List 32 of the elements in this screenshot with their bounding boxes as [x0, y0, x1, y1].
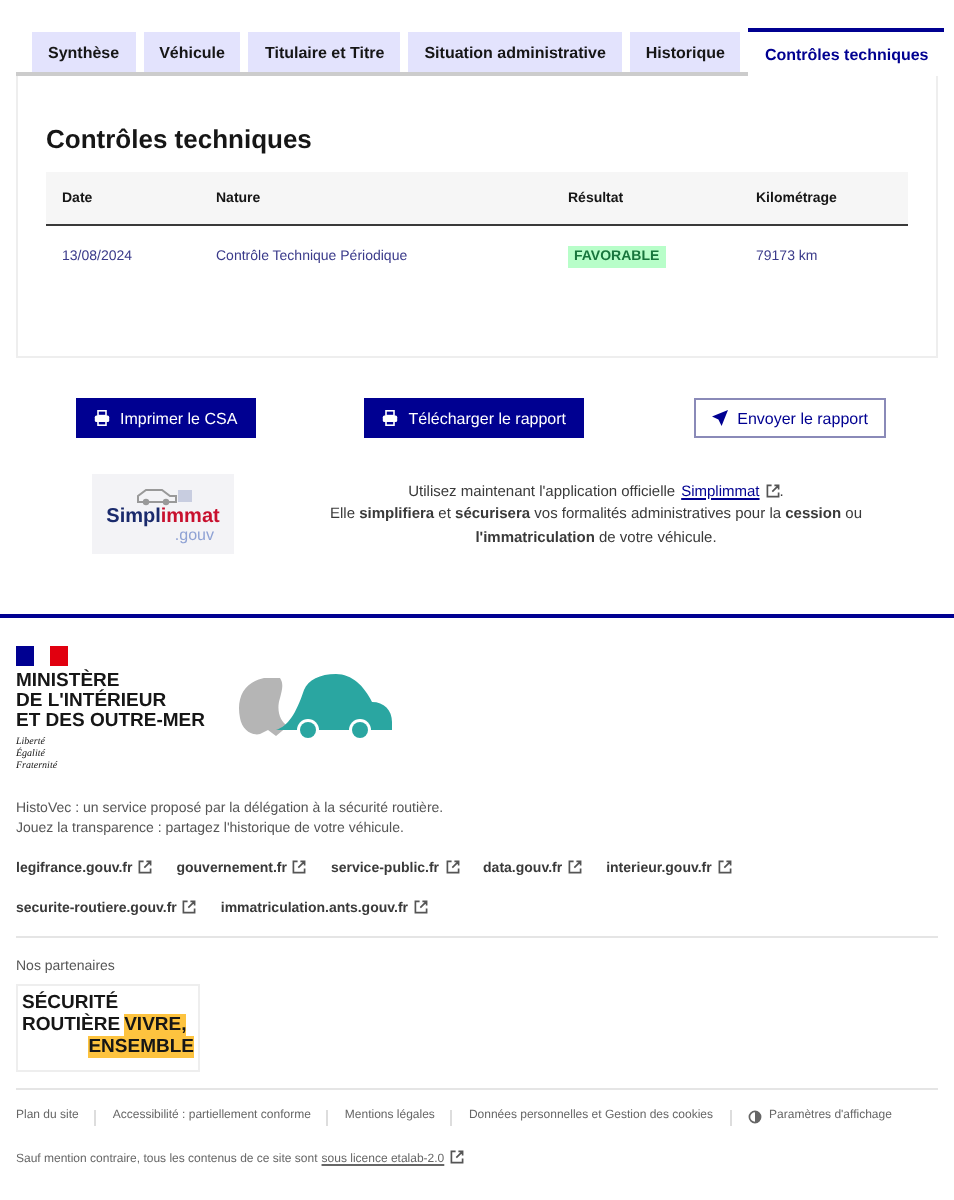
ministry-name: MINISTÈRE DE L'INTÉRIEUR ET DES OUTRE-MER [16, 672, 205, 732]
print-icon [94, 410, 110, 426]
external-link-icon [138, 860, 153, 874]
external-link-icon [450, 1150, 465, 1164]
tab[interactable]: Titulaire et Titre [248, 32, 401, 72]
logo-text: VIVRE, [124, 1014, 187, 1036]
print-icon [382, 410, 399, 426]
tab[interactable]: Véhicule [143, 32, 241, 72]
external-link-icon [568, 860, 583, 874]
contrast-icon [747, 1110, 762, 1124]
logo-text: Simplimmat [106, 505, 220, 527]
secondary-button[interactable]: Envoyer le rapport [693, 398, 886, 438]
external-link-icon [292, 860, 307, 874]
external-link-icon [717, 860, 732, 874]
logo-text: .gouv [174, 527, 214, 543]
tab[interactable]: Situation administrative [408, 32, 622, 72]
external-link-icon [445, 860, 460, 874]
section-title: Contrôles techniques [46, 124, 314, 156]
external-link-icon [182, 900, 197, 914]
logo-text: ROUTIÈRE [22, 1014, 121, 1036]
logo-text: ENSEMBLE [88, 1036, 194, 1058]
external-link-icon [765, 483, 780, 498]
car-icon [133, 485, 193, 505]
external-link-icon [414, 900, 428, 914]
tab[interactable]: Historique [629, 32, 741, 72]
tab[interactable]: Synthèse [32, 32, 136, 72]
primary-button[interactable]: Télécharger le rapport [364, 398, 585, 438]
send-icon [711, 410, 728, 426]
tab[interactable]: Contrôles techniques [748, 28, 945, 76]
primary-button[interactable]: Imprimer le CSA [76, 398, 256, 438]
flag-icon [16, 646, 68, 666]
logo-text: SÉCURITÉ [22, 992, 119, 1014]
